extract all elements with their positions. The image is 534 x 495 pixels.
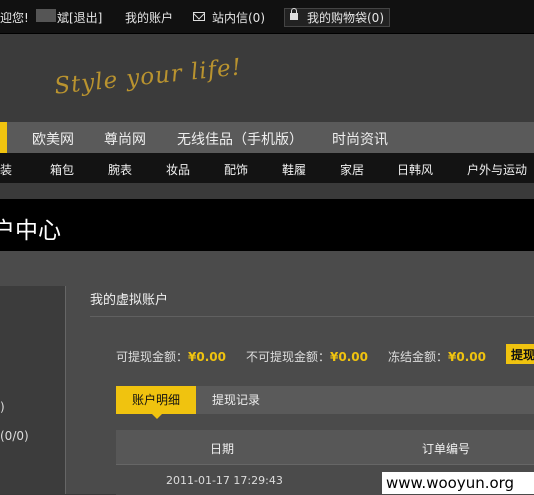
category-clothing[interactable]: 装 [0,161,12,178]
category-watches[interactable]: 腕表 [108,161,132,178]
category-korean-style[interactable]: 日韩风 [397,161,433,178]
mail-icon [193,12,205,21]
blurred-username [36,9,56,22]
column-order-number: 订单编号 [422,442,471,456]
top-bar: 迎您! 斌[退出] 我的账户 站内信(0) 我的购物袋(0) [0,0,534,34]
spacer [0,183,534,199]
logout-link[interactable]: 斌[退出] [57,9,102,26]
primary-nav: 欧美网 尊尚网 无线佳品（手机版） 时尚资讯 [0,122,534,153]
withdrawable-amount: 可提现金额：¥0.00 [116,348,226,365]
category-bags[interactable]: 箱包 [50,161,74,178]
nav-item-mobile[interactable]: 无线佳品（手机版） [177,129,303,149]
category-outdoor[interactable]: 户外与运动 [467,161,527,178]
tab-withdraw-records[interactable]: 提现记录 [196,386,276,414]
category-cosmetics[interactable]: 妆品 [166,161,190,178]
category-nav: 装 箱包 腕表 妆品 配饰 鞋履 家居 日韩风 户外与运动 [0,153,534,183]
frozen-amount: 冻结金额：¥0.00 [388,348,486,365]
nav-item-fashion-news[interactable]: 时尚资讯 [332,129,388,149]
withdrawable-value: ¥0.00 [188,350,226,364]
withdrawable-label: 可提现金额： [116,350,189,364]
tab-account-details[interactable]: 账户明细 [116,386,196,419]
non-withdrawable-amount: 不可提现金额：¥0.00 [246,348,368,365]
column-date: 日期 [210,442,235,456]
page-title: 户中心 [0,218,61,244]
divider [90,316,534,317]
frozen-label: 冻结金额： [388,350,449,364]
sidebar: ) (0/0) [0,286,66,494]
nav-item-luxury[interactable]: 尊尚网 [104,129,146,149]
watermark-text: www.wooyun.org [386,474,515,492]
lock-icon [290,8,298,20]
table-header: 日期 订单编号 [116,430,534,464]
category-shoes[interactable]: 鞋履 [282,161,306,178]
non-withdrawable-value: ¥0.00 [330,350,368,364]
non-withdrawable-label: 不可提现金额： [246,350,331,364]
cart-link[interactable]: 我的购物袋(0) [307,9,384,26]
nav-item-europe[interactable]: 欧美网 [32,129,74,149]
active-nav-indicator [0,122,7,153]
category-home[interactable]: 家居 [340,161,364,178]
sidebar-item-2[interactable]: (0/0) [0,429,29,443]
welcome-text: 迎您! [0,11,29,25]
row-date: 2011-01-17 17:29:43 [166,474,283,487]
my-account-link[interactable]: 我的账户 [125,9,173,26]
page-title-bar: 户中心 [0,199,534,251]
withdraw-button[interactable]: 提现 [506,344,534,364]
frozen-value: ¥0.00 [448,350,486,364]
account-tabs: 账户明细 提现记录 [116,386,534,419]
sidebar-item-1[interactable]: ) [0,400,5,414]
category-accessories[interactable]: 配饰 [224,161,248,178]
messages-link[interactable]: 站内信(0) [212,9,265,26]
section-title: 我的虚拟账户 [90,293,169,308]
virtual-account-panel: 我的虚拟账户 可提现金额：¥0.00 不可提现金额：¥0.00 冻结金额：¥0.… [90,286,534,495]
